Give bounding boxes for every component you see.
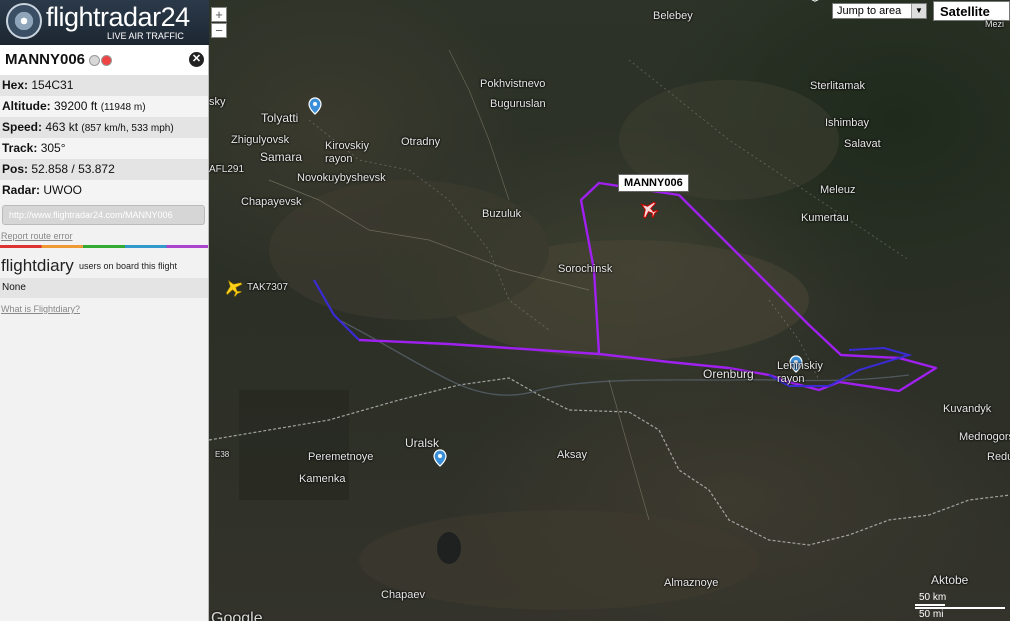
aircraft-icon-manny006[interactable] [636,197,660,221]
flight-callsign: MANNY006 [5,51,86,68]
flightradar24-logo[interactable]: flightradar24 LIVE AIR TRAFFIC [0,0,209,45]
map-overlay [209,49,1010,610]
zoom-out-button[interactable]: − [211,23,227,38]
position-row: Pos: 52.858 / 53.872 [0,159,208,180]
altitude-value: 39200 ft [54,99,98,113]
place-label: Kumertau [801,212,849,224]
speed-row: Speed: 463 kt (857 km/h, 533 mph) [0,117,208,138]
place-label: Buzuluk [482,208,522,220]
place-label: Kuvandyk [943,403,992,415]
flightdiary-logo[interactable]: flightdiary [1,256,74,276]
place-label: Buguruslan [490,98,546,110]
logo-text: flightradar24 [46,2,190,32]
place-label: Aksay [557,449,587,461]
minus-toggle-icon[interactable] [101,55,112,66]
track-row: Track: 305° [0,138,208,159]
place-label: Leninskiy rayon [777,360,823,385]
flightdiary-section: flightdiary users on board this flight [0,254,208,278]
place-label: Mezi [985,19,1005,29]
altitude-row: Altitude: 39200 ft (11948 m) [0,96,208,117]
place-label: Sterlitamak [810,80,866,92]
place-label: Chapayevsk [241,196,302,208]
place-label: Chapaev [381,589,426,601]
position-value: 52.858 / 53.872 [31,162,115,176]
place-label: Samara [260,150,303,164]
zoom-in-button[interactable]: + [211,7,227,22]
close-panel-button[interactable]: ✕ [189,52,204,67]
place-label: Mednogorsk [959,431,1010,443]
panel-titlebar: MANNY006 ✕ [0,45,208,75]
info-toggle-icon[interactable] [89,55,100,66]
flightdiary-caption: users on board this flight [79,261,178,271]
place-label: Aktobe [931,573,969,587]
radar-logo-icon [6,3,42,39]
altitude-metric: (11948 m) [100,102,146,113]
flight-url-field[interactable]: http://www.flightradar24.com/MANNY006 [2,205,205,225]
radar-row: Radar: UWOO [0,180,208,201]
place-label: Belebey [653,10,693,22]
flight-details: Hex: 154C31 Altitude: 39200 ft (11948 m)… [0,75,208,201]
place-label: Peremetnoye [308,451,374,463]
color-divider [0,245,208,248]
onboard-users-value: None [0,278,208,298]
place-label: Salavat [844,138,881,150]
place-label: Novokuybyshevsk [297,172,386,184]
flight-label-tooltip[interactable]: MANNY006 [618,174,689,192]
collapse-chevron-icon[interactable]: ︾ [810,0,820,9]
place-label: Pokhvistnevo [480,78,546,90]
scale-km-label: 50 km [919,592,947,603]
place-label: sky [209,96,226,108]
hex-row: Hex: 154C31 [0,75,208,96]
dropdown-arrow-icon[interactable]: ▼ [911,4,926,18]
scale-km-bar [915,604,945,606]
place-label: Tolyatti [261,111,299,125]
airport-pin-icon[interactable] [433,449,447,467]
report-route-error-link[interactable]: Report route error [1,231,208,241]
speed-value: 463 kt [45,120,79,134]
aircraft-label-afl291[interactable]: AFL291 [209,164,244,175]
radar-value: UWOO [43,183,83,197]
place-label: Meleuz [820,184,856,196]
place-label: Sorochinsk [558,263,613,275]
map-type-selector[interactable]: Satellite [933,1,1010,21]
speed-conversions: (857 km/h, 533 mph) [81,123,174,134]
aircraft-icon-tak7307[interactable] [221,275,245,299]
road-shield-label: E38 [215,450,230,459]
track-value: 305° [40,141,66,155]
scale-mi-label: 50 mi [919,609,944,620]
place-label: Almaznoye [664,577,719,589]
what-is-flightdiary-link[interactable]: What is Flightdiary? [1,304,208,314]
place-label: Orenburg [703,367,754,381]
map-scale: 50 km 50 mi [911,592,1009,621]
google-watermark: Google [211,610,263,621]
airport-pin-icon[interactable] [308,97,322,115]
place-label: Ishimbay [825,117,870,129]
jump-to-area-label: Jump to area [837,5,902,17]
place-label: Kirovskiy rayon [325,140,370,165]
aircraft-label-tak7307[interactable]: TAK7307 [247,282,288,293]
place-label: Kamenka [299,473,346,485]
place-label: Zhigulyovsk [231,134,290,146]
jump-to-area-select[interactable]: Jump to area ▼ [832,3,927,19]
place-label: Otradny [401,136,441,148]
place-label: Redu [987,451,1010,463]
flight-info-panel: MANNY006 ✕ Hex: 154C31 Altitude: 39200 f… [0,45,209,621]
place-label: Uralsk [405,436,440,450]
map-canvas[interactable]: + − ︾ Jump to area ▼ Satellite MANNY006 … [209,0,1010,621]
logo-tagline: LIVE AIR TRAFFIC [107,31,184,41]
hex-value: 154C31 [31,78,74,92]
